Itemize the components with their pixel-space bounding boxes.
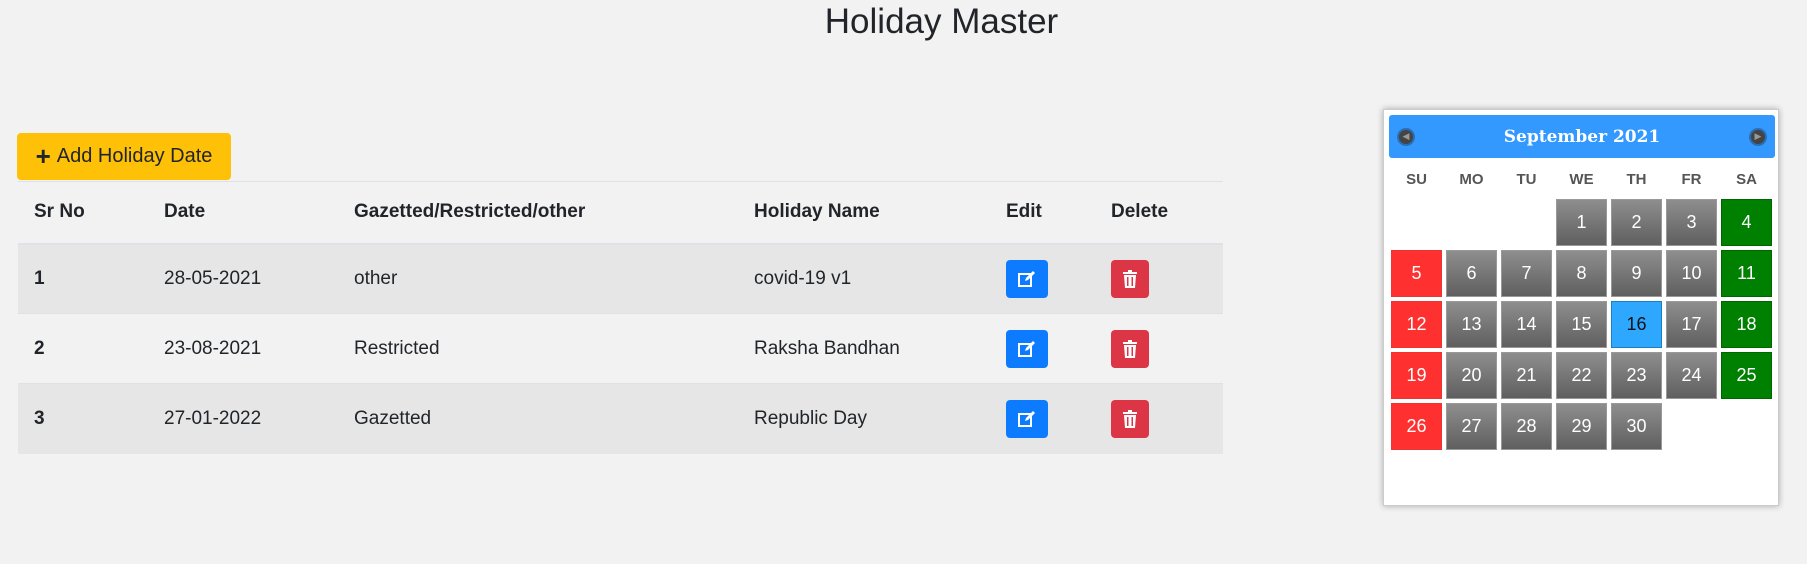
calendar-day[interactable]: 1	[1556, 199, 1607, 246]
calendar-day[interactable]: 22	[1556, 352, 1607, 399]
cell-delete	[1095, 313, 1223, 384]
calendar-day[interactable]: 3	[1666, 199, 1717, 246]
weekday-label: TH	[1626, 171, 1647, 188]
cell-edit	[990, 243, 1095, 314]
edit-button[interactable]	[1006, 259, 1048, 298]
cell-date: 27-01-2022	[148, 383, 338, 454]
cell-delete	[1095, 383, 1223, 454]
add-holiday-button[interactable]: + Add Holiday Date	[17, 133, 231, 180]
holiday-calendar: ◀ September 2021 ▶ SU MO TU WE TH FR SA …	[1383, 109, 1779, 506]
edit-icon	[1018, 340, 1035, 357]
chevron-left-icon: ◀	[1402, 131, 1410, 142]
calendar-day[interactable]: 26	[1391, 403, 1442, 450]
weekday-label: SA	[1736, 171, 1757, 188]
cell-sr-no: 1	[18, 243, 148, 314]
delete-button[interactable]	[1111, 329, 1149, 368]
table-row: 1 28-05-2021 other covid-19 v1	[18, 243, 1223, 314]
holiday-table: Sr No Date Gazetted/Restricted/other Hol…	[18, 181, 1223, 454]
cell-sr-no: 3	[18, 383, 148, 454]
weekday-label: TU	[1516, 171, 1537, 188]
calendar-empty-cell	[1446, 199, 1497, 246]
calendar-day[interactable]: 9	[1611, 250, 1662, 297]
table-row: 3 27-01-2022 Gazetted Republic Day	[18, 383, 1223, 454]
edit-icon	[1018, 270, 1035, 287]
calendar-empty-cell	[1501, 199, 1552, 246]
cell-date: 28-05-2021	[148, 243, 338, 314]
calendar-day-today[interactable]: 16	[1611, 301, 1662, 348]
weekday-label: WE	[1569, 171, 1594, 188]
calendar-day[interactable]: 23	[1611, 352, 1662, 399]
add-holiday-label: Add Holiday Date	[56, 145, 213, 167]
cell-holiday-name: covid-19 v1	[738, 243, 990, 314]
header-delete: Delete	[1095, 181, 1223, 245]
delete-button[interactable]	[1111, 399, 1149, 438]
cell-edit	[990, 313, 1095, 384]
calendar-day[interactable]: 21	[1501, 352, 1552, 399]
calendar-day[interactable]: 27	[1446, 403, 1497, 450]
next-month-button[interactable]: ▶	[1749, 128, 1767, 146]
edit-button[interactable]	[1006, 329, 1048, 368]
chevron-right-icon: ▶	[1754, 131, 1762, 142]
calendar-day[interactable]: 28	[1501, 403, 1552, 450]
edit-button[interactable]	[1006, 399, 1048, 438]
calendar-day[interactable]: 7	[1501, 250, 1552, 297]
cell-delete	[1095, 243, 1223, 314]
calendar-day[interactable]: 30	[1611, 403, 1662, 450]
cell-type: Restricted	[338, 313, 738, 384]
cell-sr-no: 2	[18, 313, 148, 384]
plus-icon: +	[35, 140, 51, 171]
calendar-day[interactable]: 24	[1666, 352, 1717, 399]
calendar-day[interactable]: 6	[1446, 250, 1497, 297]
trash-icon	[1123, 269, 1137, 288]
calendar-month-title: September 2021	[1503, 126, 1661, 147]
cell-holiday-name: Republic Day	[738, 383, 990, 454]
calendar-day[interactable]: 2	[1611, 199, 1662, 246]
calendar-day[interactable]: 12	[1391, 301, 1442, 348]
calendar-days-grid: 1 2 3 4 5 6 7 8 9 10 11 12 13 14 15 16 17 18 19 20 21 22 23 24 2…	[1389, 197, 1774, 452]
weekday-row: SU MO TU WE TH FR SA	[1389, 165, 1774, 195]
trash-icon	[1123, 409, 1137, 428]
header-date: Date	[148, 181, 338, 245]
page-title: Holiday Master	[824, 2, 1059, 41]
header-holiday-name: Holiday Name	[738, 181, 990, 245]
calendar-day[interactable]: 8	[1556, 250, 1607, 297]
cell-type: Gazetted	[338, 383, 738, 454]
delete-button[interactable]	[1111, 259, 1149, 298]
calendar-day[interactable]: 14	[1501, 301, 1552, 348]
prev-month-button[interactable]: ◀	[1397, 128, 1415, 146]
weekday-label: MO	[1459, 171, 1484, 188]
calendar-day[interactable]: 25	[1721, 352, 1772, 399]
calendar-day[interactable]: 20	[1446, 352, 1497, 399]
table-row: 2 23-08-2021 Restricted Raksha Bandhan	[18, 313, 1223, 384]
calendar-day[interactable]: 4	[1721, 199, 1772, 246]
calendar-day[interactable]: 11	[1721, 250, 1772, 297]
trash-icon	[1123, 339, 1137, 358]
calendar-day[interactable]: 10	[1666, 250, 1717, 297]
calendar-day[interactable]: 15	[1556, 301, 1607, 348]
header-sr-no: Sr No	[18, 181, 148, 245]
calendar-day[interactable]: 19	[1391, 352, 1442, 399]
cell-holiday-name: Raksha Bandhan	[738, 313, 990, 384]
edit-icon	[1018, 410, 1035, 427]
cell-edit	[990, 383, 1095, 454]
calendar-day[interactable]: 29	[1556, 403, 1607, 450]
weekday-label: SU	[1406, 171, 1427, 188]
cell-date: 23-08-2021	[148, 313, 338, 384]
calendar-header: ◀ September 2021 ▶	[1389, 115, 1775, 158]
weekday-label: FR	[1681, 171, 1702, 188]
calendar-day[interactable]: 18	[1721, 301, 1772, 348]
header-type: Gazetted/Restricted/other	[338, 181, 738, 245]
calendar-day[interactable]: 17	[1666, 301, 1717, 348]
calendar-day[interactable]: 5	[1391, 250, 1442, 297]
header-edit: Edit	[990, 181, 1095, 245]
calendar-day[interactable]: 13	[1446, 301, 1497, 348]
cell-type: other	[338, 243, 738, 314]
calendar-empty-cell	[1391, 199, 1442, 246]
table-header-row: Sr No Date Gazetted/Restricted/other Hol…	[18, 181, 1223, 245]
